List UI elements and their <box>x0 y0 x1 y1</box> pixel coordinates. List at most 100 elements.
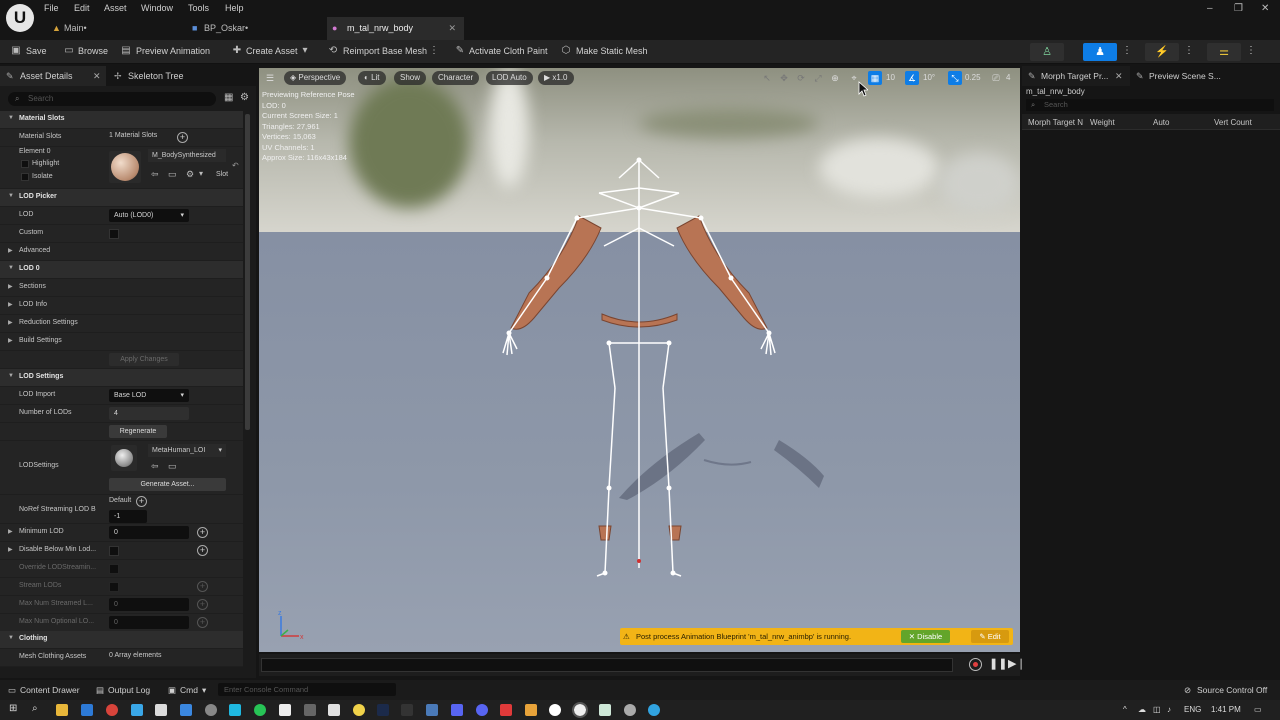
override-lod-streaming-checkbox[interactable] <box>109 564 119 574</box>
animation-mode-button[interactable]: ⚡ <box>1145 43 1179 61</box>
max-num-streamed-input[interactable]: 0 <box>109 598 189 611</box>
menu-window[interactable]: Window <box>141 3 173 13</box>
add-override-icon[interactable]: + <box>136 496 147 507</box>
chevron-down-icon[interactable]: ▾ <box>199 169 203 178</box>
reset-icon[interactable]: ↶ <box>232 161 239 170</box>
menu-edit[interactable]: Edit <box>74 3 90 13</box>
max-num-optional-input[interactable]: 0 <box>109 616 189 629</box>
lodsettings-thumbnail[interactable] <box>111 445 137 471</box>
add-platform-override-icon[interactable]: + <box>197 545 208 556</box>
stream-lods-checkbox[interactable] <box>109 582 119 592</box>
add-platform-override-icon[interactable]: + <box>197 599 208 610</box>
blueprint-mode-button[interactable]: ⚌ <box>1207 43 1241 61</box>
edge-icon[interactable] <box>131 704 143 716</box>
notification-icon[interactable]: ▭ <box>1254 705 1262 714</box>
chevron-down-icon[interactable]: ▾ <box>298 44 312 58</box>
settings-icon[interactable] <box>624 704 636 716</box>
isolate-checkbox[interactable] <box>21 173 29 181</box>
camera-speed-icon[interactable]: ⎚ <box>989 71 1003 85</box>
category-lod-0[interactable]: ▼ LOD 0 <box>0 261 243 279</box>
row-lod-info[interactable]: ▶ LOD Info <box>0 297 243 315</box>
reimport-base-mesh-button[interactable]: Reimport Base Mesh <box>343 46 427 56</box>
edit-button[interactable]: ✎ Edit <box>971 630 1009 643</box>
minimize-icon[interactable]: – <box>1207 3 1213 14</box>
minimum-lod-input[interactable]: 0 <box>109 526 189 539</box>
clock[interactable]: 1:41 PM <box>1211 705 1241 714</box>
menu-file[interactable]: File <box>44 3 59 13</box>
cloud-icon[interactable]: ☁ <box>1138 705 1146 714</box>
chevron-down-icon[interactable]: ▾ <box>202 685 206 696</box>
app-icon[interactable] <box>451 704 463 716</box>
volume-icon[interactable]: ♪ <box>1167 705 1171 714</box>
tab-morph-target-preview[interactable]: ✎ Morph Target Pr... ✕ <box>1022 66 1130 86</box>
app-icon[interactable] <box>500 704 512 716</box>
row-build-settings[interactable]: ▶ Build Settings <box>0 333 243 351</box>
unreal-engine-icon[interactable] <box>572 702 588 718</box>
app-icon[interactable] <box>328 704 340 716</box>
source-control-button[interactable]: Source Control Off <box>1197 685 1267 695</box>
browse-asset-icon[interactable]: ▭ <box>168 169 177 180</box>
rotation-snap-icon[interactable]: ∡ <box>905 71 919 85</box>
category-lod-picker[interactable]: ▼ LOD Picker <box>0 189 243 207</box>
output-log-button[interactable]: Output Log <box>108 685 150 695</box>
character-button[interactable]: Character <box>432 71 480 85</box>
app-icon[interactable] <box>648 704 660 716</box>
details-scrollbar[interactable] <box>245 114 250 430</box>
lod-select[interactable]: Auto (LOD0) ▾ <box>109 209 189 222</box>
material-combo[interactable]: M_BodySynthesized <box>148 149 226 162</box>
chevron-up-icon[interactable]: ^ <box>1123 705 1127 714</box>
mail-icon[interactable] <box>81 704 93 716</box>
close-tab-icon[interactable]: ✕ <box>448 17 456 40</box>
gear-icon[interactable]: ⚙ <box>240 92 249 103</box>
timeline-scrubber[interactable] <box>261 658 953 672</box>
noref-streaming-input[interactable]: -1 <box>109 510 147 523</box>
highlight-checkbox[interactable] <box>21 160 29 168</box>
tab-asset-details[interactable]: ✎ Asset Details ✕ <box>0 66 106 86</box>
add-material-slot-icon[interactable]: + <box>177 132 188 143</box>
close-icon[interactable]: ✕ <box>1261 3 1269 14</box>
column-header-vert-count[interactable]: Vert Count <box>1214 118 1252 127</box>
category-lod-settings[interactable]: ▼ LOD Settings <box>0 369 243 387</box>
add-platform-override-icon[interactable]: + <box>197 617 208 628</box>
material-options-icon[interactable]: ⚙ <box>186 169 194 180</box>
tab-main[interactable]: ▲ Main• <box>48 17 188 40</box>
language-indicator[interactable]: ENG <box>1184 705 1201 714</box>
browse-asset-icon[interactable]: ▭ <box>168 461 177 472</box>
close-tab-icon[interactable]: ✕ <box>93 66 101 86</box>
column-header-weight[interactable]: Weight <box>1090 118 1115 127</box>
grid-snap-icon[interactable]: ▦ <box>868 71 882 85</box>
lodsettings-combo[interactable]: MetaHuman_LOI ▾ <box>148 444 226 457</box>
preview-animation-button[interactable]: Preview Animation <box>136 46 210 56</box>
maximize-icon[interactable]: ❐ <box>1234 3 1243 14</box>
category-material-slots[interactable]: ▼ Material Slots <box>0 111 243 129</box>
menu-help[interactable]: Help <box>225 3 244 13</box>
windows-start-icon[interactable]: ⊞ <box>9 703 17 714</box>
apply-changes-button[interactable]: Apply Changes <box>109 353 179 366</box>
select-mode-icon[interactable]: ↖ <box>760 71 774 85</box>
unreal-logo-icon[interactable]: U <box>6 4 34 32</box>
tab-m-tal-nrw-body[interactable]: ● m_tal_nrw_body ✕ <box>327 17 464 40</box>
use-asset-icon[interactable]: ⇦ <box>151 461 159 472</box>
column-header-auto[interactable]: Auto <box>1153 118 1169 127</box>
rotation-snap-value[interactable]: 10° <box>923 71 935 85</box>
scale-snap-value[interactable]: 0.25 <box>965 71 981 85</box>
more-options-icon[interactable]: ⋮ <box>1244 44 1258 58</box>
use-asset-icon[interactable]: ⇦ <box>151 169 159 180</box>
hamburger-menu-icon[interactable]: ☰ <box>263 71 277 85</box>
lit-button[interactable]: ◐ Lit <box>358 71 386 85</box>
tab-skeleton-tree[interactable]: ✢ Skeleton Tree <box>110 66 210 86</box>
close-tab-icon[interactable]: ✕ <box>1115 66 1123 86</box>
more-options-icon[interactable]: ⋮ <box>427 44 441 58</box>
app-icon[interactable] <box>401 704 413 716</box>
activate-cloth-paint-button[interactable]: Activate Cloth Paint <box>469 46 548 56</box>
perspective-button[interactable]: ◈ Perspective <box>284 71 347 85</box>
app-icon[interactable] <box>229 704 241 716</box>
grid-snap-value[interactable]: 10 <box>886 71 895 85</box>
search-icon[interactable]: ⌕ <box>32 703 38 714</box>
rotate-icon[interactable]: ⟳ <box>794 71 808 85</box>
mesh-mode-button[interactable]: ♟ <box>1083 43 1117 61</box>
material-thumbnail[interactable] <box>109 151 141 183</box>
add-platform-override-icon[interactable]: + <box>197 527 208 538</box>
app-icon[interactable] <box>525 704 537 716</box>
create-asset-button[interactable]: Create Asset <box>246 46 298 56</box>
